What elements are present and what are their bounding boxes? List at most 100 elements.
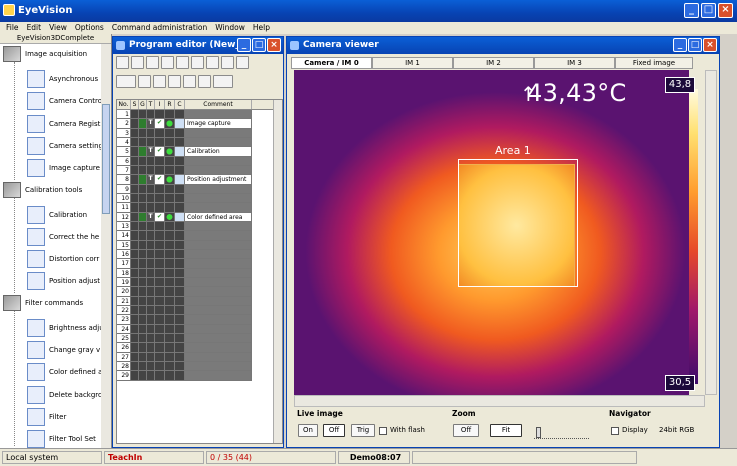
row-flag-t[interactable] [147,240,155,250]
row-flag-t[interactable] [147,361,155,372]
row-cell-r[interactable] [165,110,175,120]
row-c-icon[interactable] [175,175,185,185]
row-cell-r[interactable] [165,240,175,250]
row-cell-r[interactable] [165,259,175,269]
sidebar-item-command[interactable]: Change gray v [0,341,100,359]
row-cell-i[interactable] [155,371,165,381]
row-flag-t[interactable]: T [147,147,155,157]
row-cell-r[interactable] [165,371,175,381]
col-c[interactable]: C [175,100,185,109]
table-row[interactable]: 14 [117,231,282,241]
row-cell-r[interactable] [165,165,175,176]
row-cell-r[interactable] [165,231,175,241]
row-cell-i[interactable] [155,137,165,148]
row-flag-t[interactable] [147,156,155,166]
row-cell-r[interactable] [165,305,175,316]
row-comment[interactable] [185,361,252,372]
program-table-scrollbar[interactable] [273,100,282,443]
row-r-icon[interactable] [165,175,175,185]
row-comment[interactable]: Image capture [185,119,252,129]
sidebar-scrollbar[interactable] [101,44,111,448]
col-no[interactable]: No. [117,100,131,109]
options-dropdown-icon[interactable] [213,75,233,88]
row-flag-t[interactable] [147,184,155,194]
move-step-icon[interactable] [183,75,196,88]
row-cell-i[interactable] [155,110,165,120]
row-flag-s[interactable] [131,128,139,138]
row-cell-i[interactable] [155,259,165,269]
row-flag-t[interactable] [147,277,155,288]
table-row[interactable]: 15 [117,240,282,250]
row-flag-s[interactable] [131,147,139,157]
cv-maximize-button[interactable]: □ [688,38,702,52]
row-i-icon[interactable]: ✔ [155,212,165,222]
menu-window[interactable]: Window [215,23,245,34]
row-flag-g[interactable] [139,268,147,278]
row-cell-c[interactable] [175,287,185,297]
copy-icon[interactable] [206,56,219,69]
display-checkbox[interactable] [611,427,619,435]
table-row[interactable]: 13 [117,221,282,232]
cv-minimize-button[interactable]: _ [673,38,687,52]
row-flag-t[interactable] [147,333,155,344]
row-flag-g[interactable] [139,333,147,344]
row-cell-r[interactable] [165,333,175,344]
row-flag-t[interactable] [147,352,155,362]
row-cell-c[interactable] [175,128,185,138]
row-flag-t[interactable] [147,305,155,316]
row-flag-t[interactable] [147,221,155,232]
row-cell-i[interactable] [155,193,165,204]
row-cell-i[interactable] [155,277,165,288]
row-flag-s[interactable] [131,259,139,269]
row-cell-r[interactable] [165,361,175,372]
table-row[interactable]: 11 [117,203,282,213]
zoom-off-button[interactable]: Off [453,424,479,437]
row-flag-g[interactable] [139,249,147,260]
sidebar-item-command[interactable]: Camera setting [0,136,103,155]
row-flag-g[interactable] [139,259,147,269]
move-down-icon[interactable] [168,75,181,88]
row-flag-g[interactable] [139,287,147,297]
row-flag-g[interactable] [139,184,147,194]
row-flag-s[interactable] [131,249,139,260]
row-cell-r[interactable] [165,277,175,288]
sidebar-item-command[interactable]: Filter [0,407,66,426]
row-flag-g[interactable] [139,315,147,325]
row-flag-t[interactable]: T [147,212,155,222]
row-cell-i[interactable] [155,165,165,176]
row-flag-s[interactable] [131,212,139,222]
col-i[interactable]: I [155,100,165,109]
sidebar-item-category[interactable]: Calibration tools [0,181,82,198]
close-button[interactable]: × [718,3,733,18]
row-flag-g[interactable] [139,240,147,250]
row-flag-s[interactable] [131,165,139,176]
row-i-icon[interactable]: ✔ [155,119,165,129]
row-comment[interactable] [185,165,252,176]
maximize-button[interactable]: □ [701,3,716,18]
table-row[interactable]: 9 [117,184,282,194]
row-comment[interactable] [185,371,252,381]
pe-close-button[interactable]: × [267,38,281,52]
row-cell-i[interactable] [155,361,165,372]
row-cell-r[interactable] [165,184,175,194]
row-flag-s[interactable] [131,221,139,232]
row-flag-s[interactable] [131,352,139,362]
row-cell-c[interactable] [175,352,185,362]
row-flag-g[interactable] [139,343,147,353]
row-cell-r[interactable] [165,128,175,138]
row-cell-c[interactable] [175,193,185,204]
row-flag-s[interactable] [131,268,139,278]
table-row[interactable]: 10 [117,193,282,204]
row-comment[interactable] [185,352,252,362]
new-icon[interactable] [116,56,129,69]
row-cell-c[interactable] [175,371,185,381]
table-row[interactable]: 19 [117,277,282,288]
live-off-button[interactable]: Off [323,424,345,437]
menu-view[interactable]: View [49,23,67,34]
row-flag-t[interactable] [147,296,155,306]
sidebar-item-command[interactable]: Color defined a [0,363,102,382]
paste-icon[interactable] [221,56,234,69]
table-row[interactable]: 6 [117,156,282,166]
row-comment[interactable] [185,287,252,297]
row-cell-i[interactable] [155,352,165,362]
